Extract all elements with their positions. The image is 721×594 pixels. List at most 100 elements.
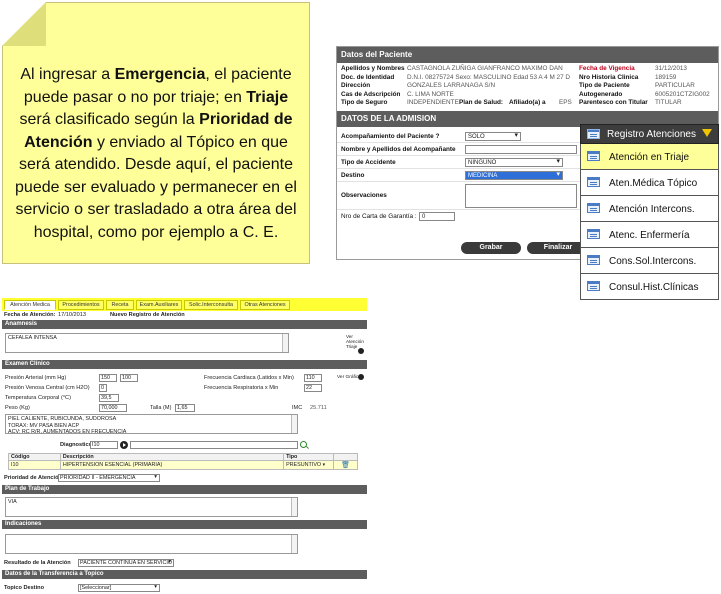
prioridad-select[interactable]: PRIORIDAD II - EMERGENCIA ▾	[58, 474, 160, 482]
form-tabs: Atención Medica Procedimientos Receta Ex…	[2, 298, 367, 311]
chevron-down-icon: ▾	[154, 474, 157, 480]
label-parentesco: Parentesco con Titular	[579, 99, 648, 107]
tipo-accidente-select[interactable]: NINGUNO	[465, 157, 563, 167]
scrollbar[interactable]	[291, 415, 297, 433]
imc-value: 25.711	[310, 405, 327, 411]
chevron-down-icon: ▾	[168, 559, 171, 565]
nro-carta-input[interactable]: 0	[419, 211, 455, 221]
label-acompanamiento: Acompañamiento del Paciente ?	[341, 132, 440, 140]
topico-destino-select[interactable]: [Seleccionar] ▾	[78, 584, 160, 592]
window-icon	[587, 151, 600, 161]
patient-row-seguro: Tipo de Seguro INDEPENDIENTE Plan de Sal…	[337, 99, 718, 108]
column-header-tipo: Tipo	[283, 453, 335, 461]
scrollbar[interactable]	[282, 334, 288, 352]
diagnostico-label: Diagnostico	[60, 442, 93, 448]
tipo-select[interactable]: PRESUNTIVO ▾	[283, 460, 335, 470]
presion-arterial-sistolica-input[interactable]: 150	[99, 374, 117, 382]
tab-atencion-medica[interactable]: Atención Medica	[4, 300, 56, 310]
patient-row-address: Dirección GONZALES LARRANAGA S/N Tipo de…	[337, 82, 718, 91]
play-icon[interactable]	[120, 441, 128, 449]
examen-clinico-textarea[interactable]: PIEL CALIENTE, RUBICUNDA, SUDOROSA TORAX…	[5, 414, 298, 435]
tab-receta[interactable]: Receta	[106, 300, 134, 310]
attention-form: Atención Medica Procedimientos Receta Ex…	[2, 298, 367, 594]
frec-respiratoria-label: Frecuencia Respiratoria x Min	[204, 385, 279, 391]
nombre-acompanante-input[interactable]	[465, 144, 577, 154]
ver-atencion-triaje-link[interactable]: Ver Atención Triaje	[346, 334, 364, 349]
indicaciones-textarea[interactable]	[5, 534, 298, 554]
menu-item-aten-medica-topico[interactable]: Aten.Médica Tópico	[580, 170, 719, 196]
registro-atenciones-title: Registro Atenciones	[607, 129, 696, 140]
label-nombre-acompanante: Nombre y Apellidos del Acompañante	[341, 145, 456, 153]
frec-respiratoria-input[interactable]: 22	[304, 384, 322, 392]
note-text: Al ingresar a Emergencia, el paciente pu…	[15, 66, 297, 241]
ver-triaje-icon[interactable]	[358, 348, 364, 354]
value-autogenerado: 6005201CTZIG002	[655, 90, 710, 98]
scrollbar[interactable]	[291, 535, 297, 553]
peso-label: Peso (Kg)	[5, 405, 30, 411]
scrollbar[interactable]	[291, 498, 297, 516]
examen-text-line: ACV: RC R/R, AUMENTADOS EN FRECUENCIA	[8, 429, 127, 435]
registro-atenciones-menu: Registro Atenciones Atención en Triaje A…	[580, 124, 719, 300]
anamnesis-textarea[interactable]: CEFALEA INTENSA	[5, 333, 289, 353]
window-icon	[587, 255, 600, 265]
registro-atenciones-toggle[interactable]: Registro Atenciones	[580, 124, 719, 144]
anamnesis-header: Anamnesis	[2, 320, 367, 329]
menu-item-atencion-intercons[interactable]: Atención Intercons.	[580, 196, 719, 222]
grabar-button[interactable]: Grabar	[461, 242, 521, 254]
label-autogenerado: Autogenerado	[579, 90, 623, 98]
tab-exam-auxiliares[interactable]: Exam.Auxiliares	[136, 300, 182, 310]
menu-item-atencion-triaje[interactable]: Atención en Triaje	[580, 144, 719, 170]
menu-item-cons-sol-intercons[interactable]: Cons.Sol.Intercons.	[580, 248, 719, 274]
presion-arterial-label: Presión Arterial (mm Hg)	[5, 375, 67, 381]
diagnostico-input[interactable]: I10	[90, 441, 118, 449]
tab-solic-interconsulta[interactable]: Solic.Interconsulta	[184, 300, 238, 310]
chevron-down-icon: ▾	[322, 462, 326, 468]
menu-item-atenc-enfermeria[interactable]: Atenc. Enfermería	[580, 222, 719, 248]
value-afiliado: EPS	[559, 99, 572, 107]
acompanamiento-select[interactable]: SOLO	[465, 131, 521, 141]
value-historia-clinica: 189159	[655, 73, 677, 81]
tab-procedimientos[interactable]: Procedimientos	[58, 300, 104, 310]
label-destino: Destino	[341, 171, 365, 179]
delete-row-icon[interactable]: 🗑	[333, 460, 358, 470]
temperatura-label: Temperatura Corporal (°C)	[5, 395, 71, 401]
talla-input[interactable]: 1,65	[175, 404, 195, 412]
plan-trabajo-header: Plan de Trabajo	[2, 485, 367, 494]
anamnesis-text: CEFALEA INTENSA	[8, 335, 57, 341]
column-header-descripcion: Descripción	[59, 453, 285, 461]
cell-descripcion: HIPERTENSION ESENCIAL (PRIMARIA)	[59, 460, 285, 470]
value-doc-identidad: D.N.I. 08275724 Sexo: MASCULINO Edad 53 …	[407, 73, 571, 81]
window-icon	[587, 177, 600, 187]
menu-item-label: Atenc. Enfermería	[609, 230, 690, 241]
label-apellidos: Apellidos y Nombres	[341, 65, 405, 72]
menu-item-label: Aten.Médica Tópico	[609, 178, 698, 189]
temperatura-input[interactable]: 39,5	[99, 394, 119, 402]
frec-cardiaca-input[interactable]: 110	[304, 374, 322, 382]
destino-select[interactable]: MEDICINA	[465, 170, 563, 180]
plan-trabajo-textarea[interactable]: VIA	[5, 497, 298, 517]
examen-clinico-header: Examen Clínico	[2, 360, 367, 369]
label-doc-identidad: Doc. de Identidad	[341, 73, 395, 81]
resultado-select[interactable]: PACIENTE CONTINUA EN SERVICIO ▾	[78, 559, 174, 567]
chevron-down-icon: ▾	[154, 584, 157, 590]
window-icon	[587, 281, 600, 291]
observaciones-textarea[interactable]	[465, 183, 577, 208]
diagnostico-descripcion-input[interactable]	[130, 441, 298, 449]
nuevo-registro-title: Nuevo Registro de Atención	[110, 312, 185, 318]
fecha-atencion-value: 17/10/2013	[58, 312, 86, 318]
ver-grafico-icon[interactable]	[358, 374, 364, 380]
peso-input[interactable]: 70,000	[99, 404, 127, 412]
tab-otras-atenciones[interactable]: Otras Atenciones	[240, 300, 290, 310]
menu-item-consul-hist-clinicas[interactable]: Consul.Hist.Clínicas	[580, 274, 719, 300]
search-icon[interactable]	[300, 441, 307, 448]
patient-row-doc: Doc. de Identidad D.N.I. 08275724 Sexo: …	[337, 74, 718, 83]
imc-label: IMC	[292, 405, 303, 411]
presion-venosa-input[interactable]: 0	[99, 384, 107, 392]
label-observaciones: Observaciones	[341, 191, 387, 199]
patient-data-header: Datos del Paciente	[337, 47, 718, 63]
prioridad-value: PRIORIDAD II - EMERGENCIA	[60, 475, 136, 481]
presion-arterial-diastolica-input[interactable]: 100	[120, 374, 138, 382]
fecha-atencion-label: Fecha de Atención:	[4, 312, 56, 318]
patient-row-name: Apellidos y Nombres CASTAGNOLA ZUÑIGA GI…	[337, 65, 718, 74]
talla-label: Talla (M)	[150, 405, 172, 411]
